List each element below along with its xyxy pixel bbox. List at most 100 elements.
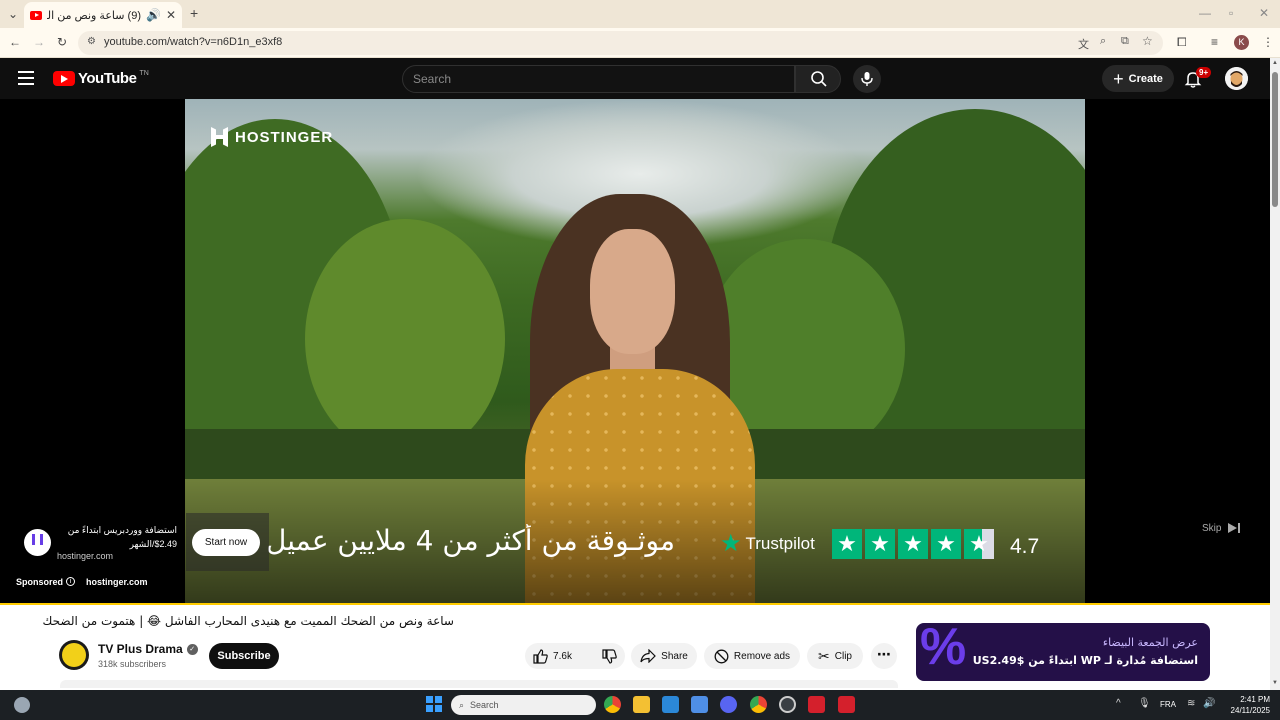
advertiser-icon: [24, 529, 51, 556]
search-button[interactable]: [795, 65, 841, 93]
page-scrollbar[interactable]: ▲ ▼: [1270, 58, 1280, 690]
file-explorer-icon[interactable]: [633, 696, 650, 713]
share-button[interactable]: Share: [631, 643, 697, 669]
scrollbar-thumb[interactable]: [1272, 72, 1278, 207]
extensions-icon[interactable]: ⧠: [1177, 36, 1187, 48]
tab-close-icon[interactable]: ✕: [166, 9, 176, 21]
tab-search-chevron-icon[interactable]: ⌄: [8, 8, 18, 20]
input-language[interactable]: FRA: [1160, 700, 1176, 709]
subscribe-button[interactable]: Subscribe: [209, 643, 279, 669]
mail-app-icon[interactable]: [691, 696, 708, 713]
tab-title: (9) ساعة ونص من الضحك الـ: [47, 9, 141, 22]
hostinger-wordmark: HOSTINGER: [235, 128, 334, 146]
translate-icon[interactable]: 文: [1078, 36, 1089, 52]
microphone-tray-icon[interactable]: 🎙: [1138, 699, 1151, 709]
install-app-icon[interactable]: ⧉: [1121, 35, 1129, 48]
show-hidden-icons-chevron-icon[interactable]: ^: [1116, 699, 1121, 709]
create-button[interactable]: + Create: [1102, 65, 1174, 92]
youtube-play-icon: [53, 71, 75, 86]
browser-tab-youtube[interactable]: (9) ساعة ونص من الضحك الـ 🔊 ✕: [24, 2, 182, 28]
verified-check-icon: ✓: [186, 643, 198, 655]
channel-name[interactable]: TV Plus Drama: [98, 642, 183, 656]
address-bar[interactable]: ⚙ youtube.com/watch?v=n6D1n_e3xf8 文 ⌕ ⧉ …: [78, 31, 1163, 55]
share-arrow-icon: [640, 649, 657, 663]
notifications-badge: 9+: [1196, 67, 1212, 78]
browser-menu-icon[interactable]: ⋮: [1262, 36, 1274, 48]
thumbs-down-icon: [602, 648, 617, 664]
weather-widget-icon[interactable]: [14, 697, 30, 713]
window-close-icon[interactable]: ✕: [1259, 7, 1269, 19]
create-label: Create: [1128, 72, 1163, 85]
clock[interactable]: 2:41 PM 24/11/2025: [1226, 694, 1270, 716]
thumbs-up-icon: [533, 648, 548, 664]
video-title: ساعة ونص من الضحك المميت مع هنيدى المحار…: [42, 614, 454, 628]
youtube-wordmark: YouTube: [78, 70, 137, 87]
promo-banner[interactable]: % عرض الجمعة البيضاء استضافة مُدارة لـ W…: [916, 623, 1210, 681]
clip-button[interactable]: ✂ Clip: [807, 643, 863, 669]
app-red-icon[interactable]: [808, 696, 825, 713]
info-icon[interactable]: i: [66, 577, 75, 586]
browser-toolbar: ← → ↻ ⚙ youtube.com/watch?v=n6D1n_e3xf8 …: [0, 28, 1280, 58]
description-box[interactable]: [60, 680, 898, 688]
hostinger-h-icon: [211, 127, 228, 147]
ad-video-frame[interactable]: HOSTINGER موثـوقة من أكثر من 4 ملايين عم…: [185, 99, 1085, 604]
site-info-icon[interactable]: ⚙: [87, 36, 96, 47]
block-icon: [714, 649, 729, 663]
forward-arrow-icon[interactable]: →: [33, 36, 45, 48]
scroll-up-arrow-icon[interactable]: ▲: [1272, 60, 1278, 66]
search-input[interactable]: [413, 71, 783, 87]
chrome-active-app-icon[interactable]: [750, 696, 767, 713]
scroll-down-arrow-icon[interactable]: ▼: [1272, 680, 1278, 686]
clock-date: 24/11/2025: [1230, 706, 1270, 715]
profile-avatar[interactable]: K: [1234, 35, 1249, 50]
account-avatar[interactable]: [1225, 67, 1248, 90]
discord-app-icon[interactable]: [720, 696, 737, 713]
remove-ads-button[interactable]: Remove ads: [704, 643, 800, 669]
search-icon: ⌕: [459, 699, 465, 710]
reading-list-icon[interactable]: ≡: [1211, 36, 1218, 48]
like-button[interactable]: 7.6k: [523, 643, 582, 669]
start-now-button[interactable]: Start now: [192, 529, 260, 556]
hamburger-menu-icon[interactable]: [18, 71, 34, 85]
address-url: youtube.com/watch?v=n6D1n_e3xf8: [104, 36, 283, 48]
windows-start-icon[interactable]: [426, 696, 442, 712]
more-actions-button[interactable]: ⋯: [871, 643, 897, 669]
reload-icon[interactable]: ↻: [57, 36, 67, 48]
wifi-icon[interactable]: ≋: [1187, 699, 1195, 709]
taskbar-search[interactable]: ⌕ Search: [451, 695, 596, 715]
chrome-app-icon[interactable]: [604, 696, 621, 713]
like-count: 7.6k: [553, 650, 572, 662]
share-label: Share: [661, 650, 688, 662]
sponsored-label: Sponsored: [16, 577, 64, 587]
voice-search-button[interactable]: [853, 65, 881, 93]
window-maximize-icon[interactable]: ▫: [1229, 7, 1233, 19]
channel-avatar[interactable]: [59, 640, 89, 670]
plus-icon: +: [1113, 68, 1124, 89]
star-icon: ★: [865, 529, 895, 559]
browser-tab-strip: ⌄ (9) ساعة ونص من الضحك الـ 🔊 ✕ + — ▫ ✕: [0, 0, 1280, 28]
dislike-button[interactable]: [592, 643, 627, 669]
new-tab-plus-icon[interactable]: +: [190, 6, 198, 20]
skip-ad-button[interactable]: Skip: [1202, 522, 1241, 534]
sponsored-domain[interactable]: hostinger.com: [86, 577, 148, 587]
back-arrow-icon[interactable]: ←: [9, 36, 21, 48]
channel-name-row[interactable]: TV Plus Drama ✓: [98, 642, 198, 656]
zoom-icon[interactable]: ⌕: [1100, 35, 1106, 48]
ad-domain[interactable]: hostinger.com: [57, 551, 113, 561]
store-app-icon[interactable]: [662, 696, 679, 713]
taskbar-search-placeholder: Search: [470, 700, 499, 710]
window-minimize-icon[interactable]: —: [1199, 7, 1211, 19]
github-desktop-icon[interactable]: [779, 696, 796, 713]
youtube-favicon-icon: [30, 10, 42, 20]
tab-audio-icon[interactable]: 🔊: [146, 9, 161, 21]
volume-icon[interactable]: 🔊: [1203, 699, 1215, 709]
ad-progress-bar[interactable]: [0, 603, 1270, 605]
windows-taskbar: ⌕ Search ^ 🎙 FRA ≋ 🔊 2:41 PM 24/11/2025: [0, 690, 1280, 720]
bookmark-star-icon[interactable]: ☆: [1142, 34, 1153, 48]
youtube-logo[interactable]: YouTube TN: [53, 70, 149, 87]
presenter-face: [590, 229, 675, 354]
trustpilot-score: 4.7: [1010, 535, 1040, 558]
video-player[interactable]: HOSTINGER موثـوقة من أكثر من 4 ملايين عم…: [0, 99, 1270, 605]
app-pdf-icon[interactable]: [838, 696, 855, 713]
star-icon: ★: [931, 529, 961, 559]
